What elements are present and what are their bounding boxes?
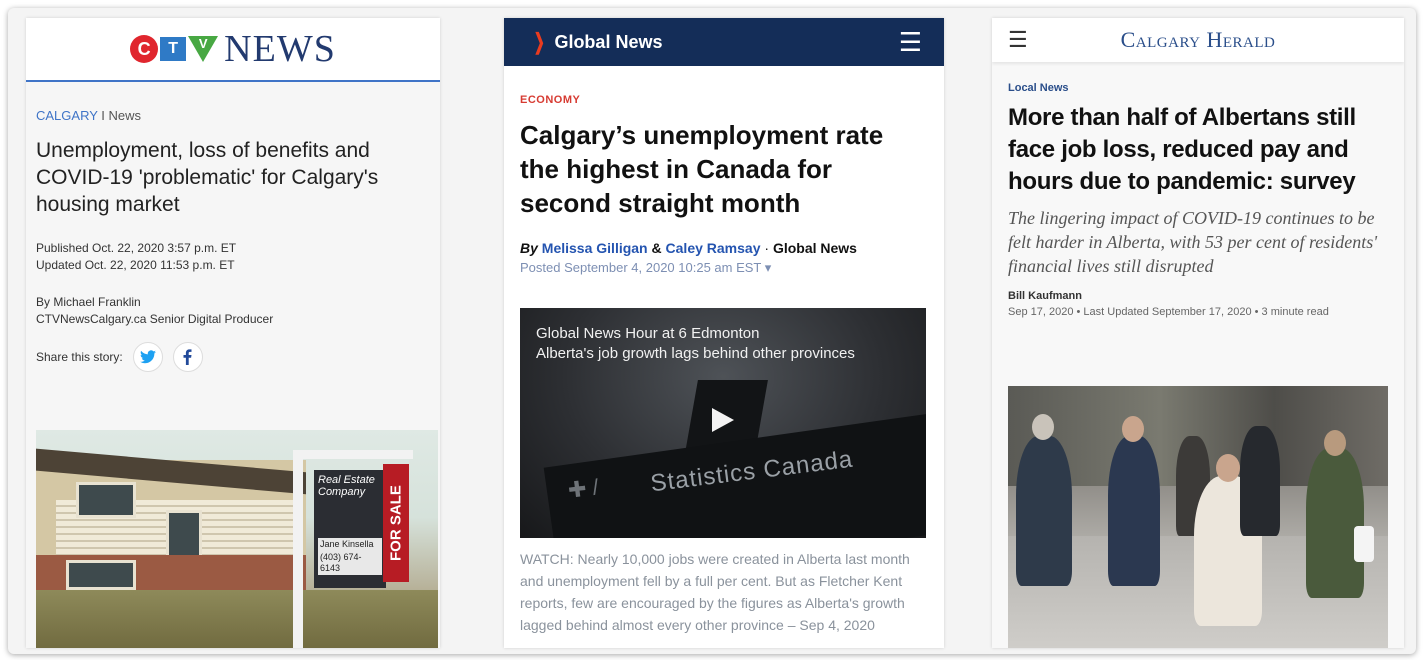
- ctv-article: CALGARY I News Unemployment, loss of ben…: [26, 82, 440, 372]
- ctv-logo-c: C: [130, 35, 159, 63]
- sign-for-sale: FOR SALE: [383, 464, 409, 582]
- global-video-caption: WATCH: Nearly 10,000 jobs were created i…: [520, 551, 910, 633]
- hamburger-menu-icon[interactable]: ☰: [899, 29, 922, 55]
- video-title-overlay: Global News Hour at 6 Edmonton Alberta's…: [536, 324, 855, 364]
- ctv-section-breadcrumb: CALGARY I News: [36, 108, 430, 123]
- global-byline-source: Global News: [772, 240, 857, 256]
- ctv-logo-news: NEWS: [224, 28, 336, 70]
- photo-house: [36, 447, 306, 595]
- global-chevron-icon: ❯: [533, 29, 545, 54]
- sign-company: Real Estate Company: [318, 474, 375, 498]
- video-title-line-2: Alberta's job growth lags behind other p…: [536, 345, 855, 362]
- photo-sign-post: [293, 450, 303, 648]
- ctv-share-bar: Share this story:: [36, 342, 430, 372]
- global-headline: Calgary’s unemployment rate the highest …: [520, 120, 884, 218]
- herald-date-line: Sep 17, 2020 • Last Updated September 17…: [1008, 306, 1329, 318]
- photo-person-head: [1122, 416, 1144, 442]
- global-header: ❯ Global News ☰: [504, 18, 944, 66]
- global-logo-text: Global News: [554, 31, 663, 52]
- photo-person: [1108, 436, 1160, 586]
- screenshot-frame: C T V NEWS CALGARY I News Unemployment, …: [8, 8, 1416, 654]
- herald-pedestrians-photo[interactable]: [1008, 386, 1388, 648]
- global-article: ECONOMY Calgary’s unemployment rate the …: [504, 66, 944, 276]
- global-byline: By Melissa Gilligan & Caley Ramsay · Glo…: [520, 240, 928, 256]
- photo-realty-sign: Real Estate Company Jane Kinsella (403) …: [314, 470, 386, 588]
- photo-person-head: [1216, 454, 1240, 482]
- sign-agent: Jane Kinsella: [318, 538, 382, 551]
- photo-sign-arm: [293, 450, 413, 459]
- photo-person: [1240, 426, 1280, 536]
- photo-person-head: [1324, 430, 1346, 456]
- twitter-icon[interactable]: [132, 342, 163, 372]
- ctv-logo-t: T: [160, 37, 187, 61]
- ctv-share-label: Share this story:: [36, 350, 123, 364]
- ctv-logo-v: V: [188, 36, 219, 62]
- ctv-headline: Unemployment, loss of benefits and COVID…: [36, 139, 379, 216]
- photo-lower-window: [66, 560, 136, 590]
- ctv-header: C T V NEWS: [26, 18, 440, 82]
- calgary-herald-logo[interactable]: Calgary Herald: [992, 27, 1404, 53]
- ctv-updated-date: Updated Oct. 22, 2020 11:53 p.m. ET: [36, 258, 235, 272]
- ctv-house-for-sale-photo[interactable]: Real Estate Company Jane Kinsella (403) …: [36, 430, 438, 648]
- global-news-panel: ❯ Global News ☰ ECONOMY Calgary’s unempl…: [504, 18, 944, 648]
- video-flag-mark: ✚ /: [566, 474, 601, 503]
- herald-deck: The lingering impact of COVID-19 continu…: [1008, 208, 1378, 276]
- ctv-author-name: By Michael Franklin: [36, 295, 141, 309]
- global-byline-amp: &: [651, 240, 662, 256]
- calgary-herald-panel: ☰ Calgary Herald Local News More than ha…: [992, 18, 1404, 648]
- hamburger-menu-icon[interactable]: ☰: [1008, 27, 1028, 53]
- sign-phone: (403) 674-6143: [318, 551, 382, 575]
- herald-category-link[interactable]: Local News: [1008, 82, 1388, 94]
- ctv-published-date: Published Oct. 22, 2020 3:57 p.m. ET: [36, 241, 237, 255]
- global-byline-dot: ·: [764, 240, 770, 256]
- ctv-byline: By Michael Franklin CTVNewsCalgary.ca Se…: [36, 294, 430, 328]
- ctv-news-panel: C T V NEWS CALGARY I News Unemployment, …: [26, 18, 440, 648]
- ctv-author-role: CTVNewsCalgary.ca Senior Digital Produce…: [36, 312, 274, 326]
- global-author-link-1[interactable]: Melissa Gilligan: [542, 240, 648, 256]
- photo-person-head: [1032, 414, 1054, 440]
- photo-person: [1016, 436, 1072, 586]
- herald-header: ☰ Calgary Herald: [992, 18, 1404, 62]
- photo-lawn: [36, 590, 438, 648]
- ctv-dates: Published Oct. 22, 2020 3:57 p.m. ET Upd…: [36, 240, 430, 274]
- global-category-link[interactable]: ECONOMY: [520, 94, 928, 106]
- global-news-logo[interactable]: ❯ Global News: [530, 29, 663, 55]
- herald-author-link[interactable]: Bill Kaufmann: [1008, 290, 1388, 302]
- ctv-news-logo[interactable]: C T V NEWS: [130, 27, 336, 71]
- ctv-section-name[interactable]: News: [109, 108, 142, 123]
- herald-article: Local News More than half of Albertans s…: [992, 62, 1404, 318]
- global-by-prefix: By: [520, 240, 538, 256]
- photo-window: [76, 482, 136, 518]
- facebook-icon[interactable]: [172, 342, 203, 372]
- photo-shopping-bag: [1354, 526, 1374, 562]
- ctv-section-separator: I: [97, 108, 109, 123]
- ctv-logo-v-letter: V: [198, 36, 208, 51]
- global-author-link-2[interactable]: Caley Ramsay: [666, 240, 761, 256]
- sign-spacer: [318, 498, 382, 538]
- herald-headline: More than half of Albertans still face j…: [1008, 104, 1356, 195]
- ctv-section-city-link[interactable]: CALGARY: [36, 108, 98, 123]
- photo-person: [1306, 448, 1364, 598]
- global-video-player[interactable]: ✚ / Statistics Canada Global News Hour a…: [520, 308, 926, 538]
- play-icon[interactable]: [712, 408, 734, 432]
- global-posted-date-dropdown[interactable]: Posted September 4, 2020 10:25 am EST ▾: [520, 260, 928, 276]
- video-title-line-1: Global News Hour at 6 Edmonton: [536, 325, 760, 342]
